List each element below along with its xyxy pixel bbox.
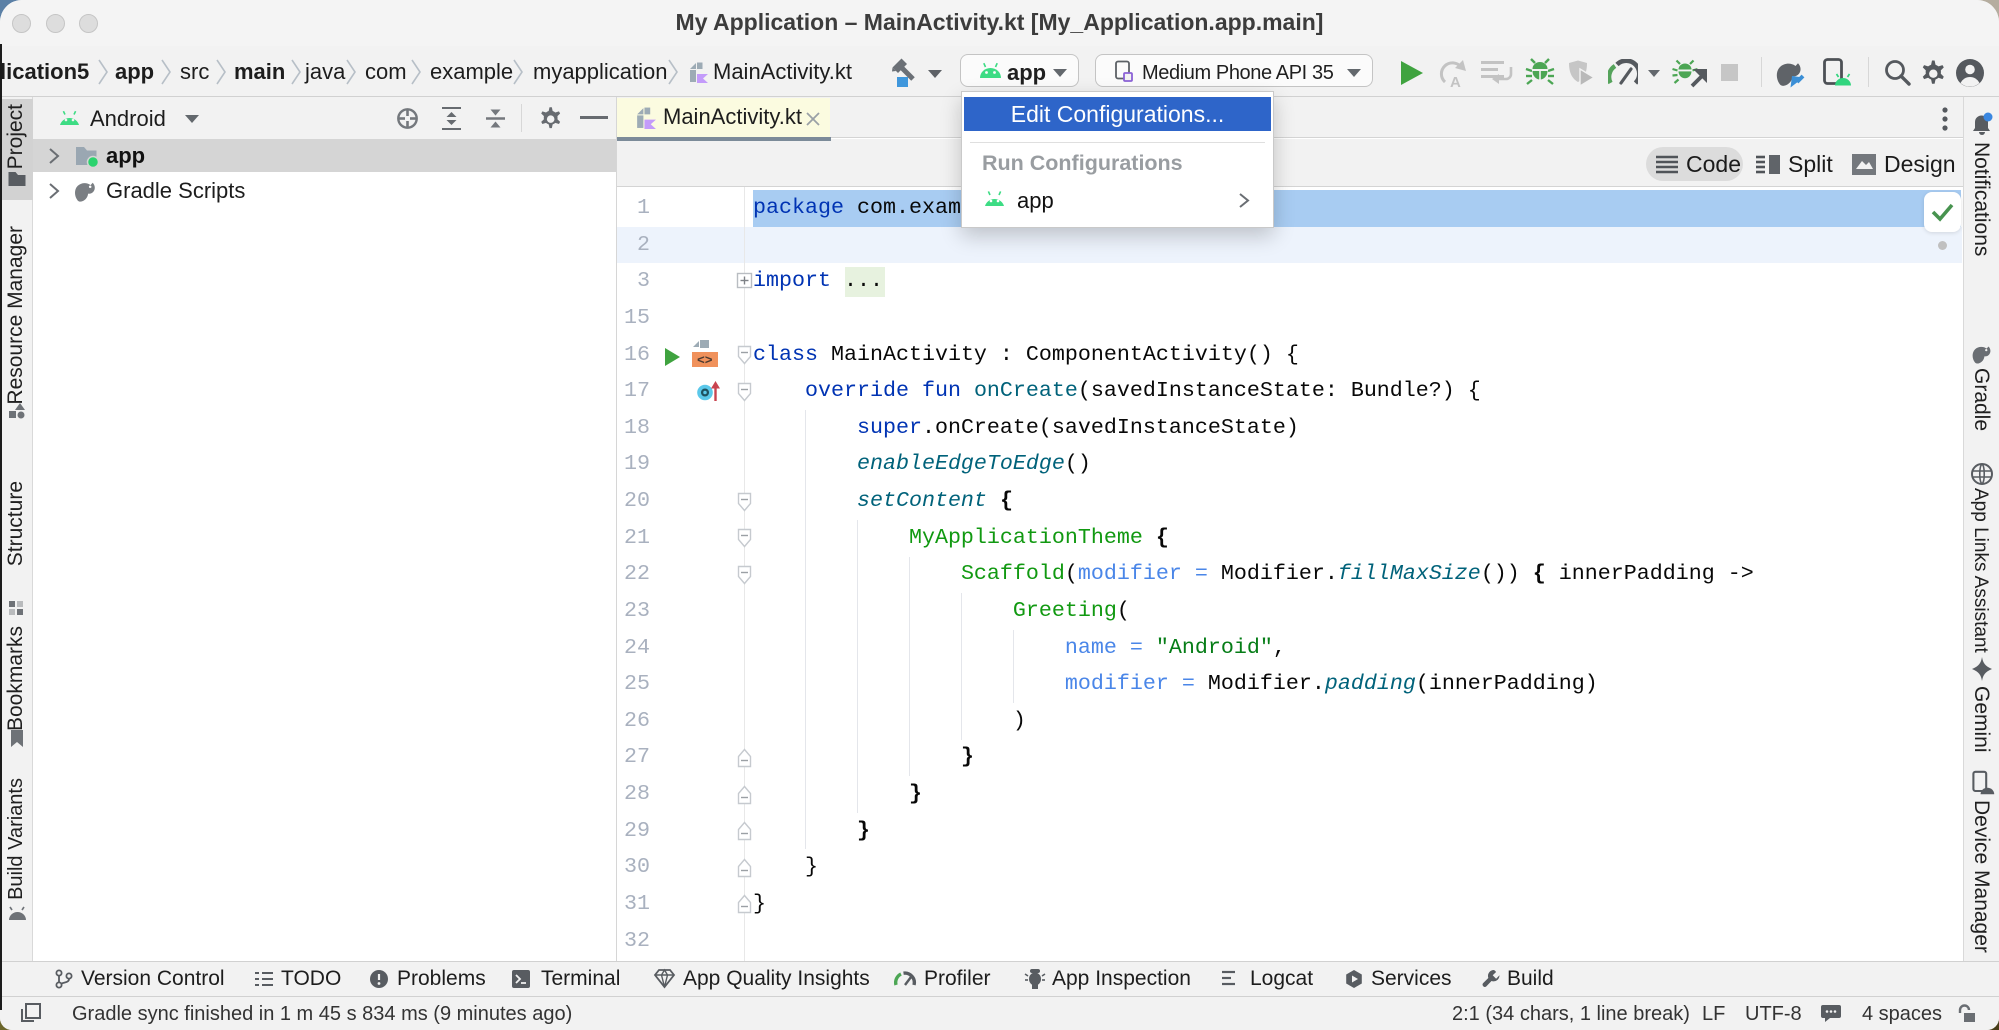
svg-text:<>: <> [697, 353, 713, 368]
svg-text:A: A [1450, 74, 1461, 88]
